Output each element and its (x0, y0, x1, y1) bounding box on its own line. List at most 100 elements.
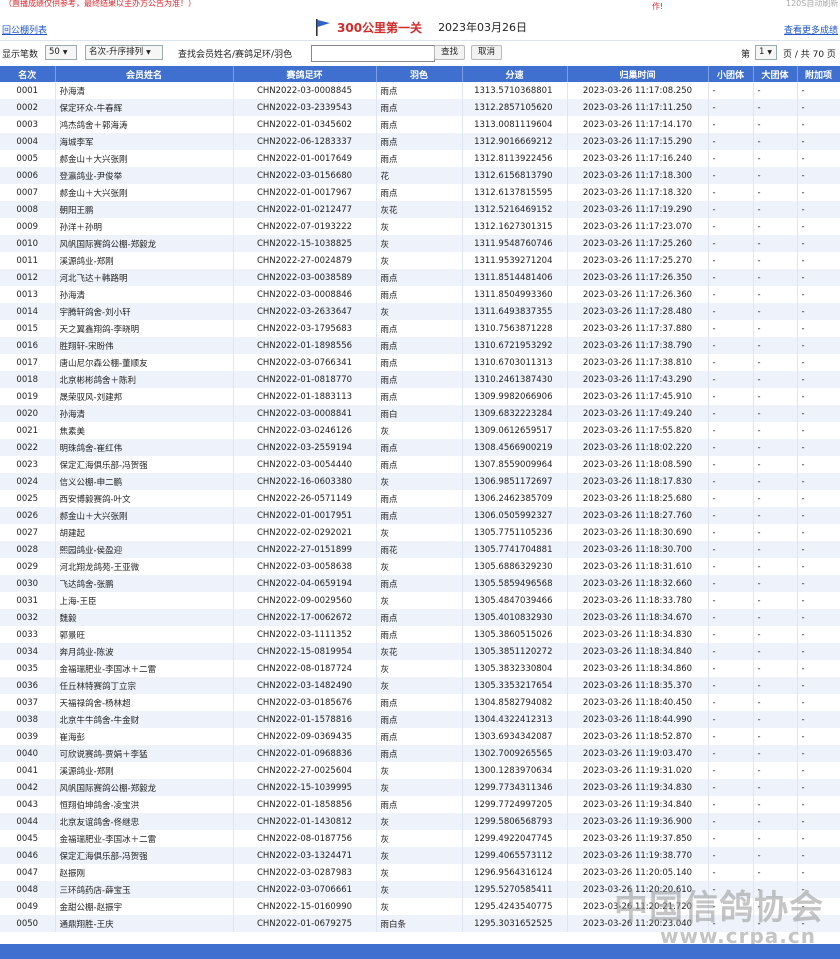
table-row[interactable]: 0034 奔月鸽业-陈波 CHN2022-15-0819954 灰花 1305.3851… (0, 643, 840, 660)
table-row[interactable]: 0020 孙海清 CHN2022-03-0008841 雨白 1309.68322232… (0, 405, 840, 422)
table-row[interactable]: 0023 保定汇海俱乐部-冯贺强 CHN2022-03-0054440 雨点 1307.… (0, 456, 840, 473)
page-size-select[interactable]: 50 ▼ (45, 45, 77, 60)
table-row[interactable]: 0030 飞达鸽舍-张鹏 CHN2022-04-0659194 雨点 1305.5859… (0, 575, 840, 592)
table-row[interactable]: 0021 焦素美 CHN2022-03-0246126 灰 1309.061265951… (0, 422, 840, 439)
table-row[interactable]: 0032 魏毅 CHN2022-17-0062672 雨点 1305.401083293… (0, 609, 840, 626)
cell-extra: - (797, 286, 840, 303)
cell-speed: 1309.6832223284 (462, 405, 568, 422)
table-row[interactable]: 0015 天之翼鑫翔鸽-李晓明 CHN2022-03-1795683 雨点 1310.7… (0, 320, 840, 337)
table-row[interactable]: 0026 郝金山＋大兴张刚 CHN2022-01-0017951 雨点 1306.050… (0, 507, 840, 524)
cell-rank: 0019 (0, 388, 56, 405)
col-ring-header[interactable]: 赛鸽足环 (233, 66, 377, 82)
cell-arrival: 2023-03-26 11:18:30.700 (567, 541, 709, 558)
cell-speed: 1310.2461387430 (462, 371, 568, 388)
col-small-team-header[interactable]: 小团体 (708, 66, 754, 82)
table-row[interactable]: 0004 海城李军 CHN2022-06-1283337 雨点 1312.9016669… (0, 133, 840, 150)
cell-small-team: - (708, 558, 754, 575)
search-button[interactable]: 查找 (434, 45, 466, 60)
table-row[interactable]: 0036 任丘林特赛鸽丁立宗 CHN2022-03-1482490 灰 1305.335… (0, 677, 840, 694)
table-row[interactable]: 0010 风帆国际赛鸽公棚-郑毅龙 CHN2022-15-1038825 灰 1311.… (0, 235, 840, 252)
search-input[interactable] (311, 45, 435, 62)
cell-big-team: - (753, 303, 798, 320)
page-select[interactable]: 1 ▼ (755, 45, 777, 60)
cell-ring: CHN2022-03-0008845 (233, 82, 377, 99)
table-row[interactable]: 0039 崔海彭 CHN2022-09-0369435 雨点 1303.69343420… (0, 728, 840, 745)
cell-color: 雨点 (376, 388, 463, 405)
col-color-header[interactable]: 羽色 (376, 66, 463, 82)
cell-ring: CHN2022-01-0968836 (233, 745, 377, 762)
table-row[interactable]: 0003 鸿杰鸽舍＋郭海涛 CHN2022-01-0345602 雨点 1313.008… (0, 116, 840, 133)
cell-small-team: - (708, 116, 754, 133)
table-row[interactable]: 0042 风帆国际赛鸽公棚-郑毅龙 CHN2022-15-1039995 灰 1299.… (0, 779, 840, 796)
cell-small-team: - (708, 252, 754, 269)
col-member-header[interactable]: 会员姓名 (55, 66, 234, 82)
table-row[interactable]: 0047 赵振刚 CHN2022-03-0287983 灰 1296.956431612… (0, 864, 840, 881)
cell-rank: 0002 (0, 99, 56, 116)
cell-arrival: 2023-03-26 11:17:25.270 (567, 252, 709, 269)
cell-big-team: - (753, 235, 798, 252)
table-row[interactable]: 0027 胡建起 CHN2022-02-0292021 灰 1305.775110523… (0, 524, 840, 541)
col-extra-header[interactable]: 附加项 (797, 66, 840, 82)
table-row[interactable]: 0024 信义公棚-申二鹏 CHN2022-16-0603380 灰 1306.9851… (0, 473, 840, 490)
table-row[interactable]: 0012 河北飞达＋韩路明 CHN2022-03-0038589 雨点 1311.851… (0, 269, 840, 286)
cell-ring: CHN2022-01-0017649 (233, 150, 377, 167)
table-row[interactable]: 0005 郝金山＋大兴张刚 CHN2022-01-0017649 雨点 1312.811… (0, 150, 840, 167)
cell-small-team: - (708, 745, 754, 762)
table-row[interactable]: 0037 天福禄鸽舍-杨林超 CHN2022-03-0185676 雨点 1304.85… (0, 694, 840, 711)
cell-color: 雨花 (376, 541, 463, 558)
cell-rank: 0013 (0, 286, 56, 303)
cell-member: 孙海清 (55, 405, 234, 422)
more-results-link[interactable]: 查看更多成绩 (784, 23, 838, 36)
table-row[interactable]: 0001 孙海清 CHN2022-03-0008845 雨点 1313.57103688… (0, 82, 840, 99)
cell-small-team: - (708, 82, 754, 99)
table-row[interactable]: 0006 登瀛鸽业-尹俊举 CHN2022-03-0156680 花 1312.6156… (0, 167, 840, 184)
cancel-button[interactable]: 取消 (471, 45, 503, 60)
table-row[interactable]: 0014 宇腾轩鸽舍-刘小轩 CHN2022-03-2633647 灰 1311.649… (0, 303, 840, 320)
cell-small-team: - (708, 762, 754, 779)
table-row[interactable]: 0040 可欣说赛鸽-贾娟＋李猛 CHN2022-01-0968836 雨点 1302.… (0, 745, 840, 762)
cell-speed: 1312.1627301315 (462, 218, 568, 235)
table-row[interactable]: 0022 明珠鸽舍-崔红伟 CHN2022-03-2559194 雨点 1308.456… (0, 439, 840, 456)
table-row[interactable]: 0002 保定环众-牛春辉 CHN2022-03-2339543 雨点 1312.285… (0, 99, 840, 116)
cell-speed: 1311.9539271204 (462, 252, 568, 269)
table-row[interactable]: 0029 河北翔龙鸽苑-王亚微 CHN2022-03-0058638 灰 1305.68… (0, 558, 840, 575)
table-row[interactable]: 0041 溪源鸽业-郑刚 CHN2022-27-0025604 灰 1300.12839… (0, 762, 840, 779)
table-row[interactable]: 0043 恒翔伯坤鸽舍-凌宝洪 CHN2022-01-1858856 雨点 1299.7… (0, 796, 840, 813)
table-row[interactable]: 0013 孙海清 CHN2022-03-0008846 雨点 1311.85049933… (0, 286, 840, 303)
table-row[interactable]: 0019 晟荣驭风-刘建邦 CHN2022-01-1883113 雨点 1309.998… (0, 388, 840, 405)
table-row[interactable]: 0044 北京友谊鸽舍-佟继忠 CHN2022-01-1430812 灰 1299.58… (0, 813, 840, 830)
table-row[interactable]: 0031 上海-王臣 CHN2022-09-0029560 灰 1305.4847039… (0, 592, 840, 609)
table-row[interactable]: 0028 熙园鸽业-侯盈迎 CHN2022-27-0151899 雨花 1305.774… (0, 541, 840, 558)
cell-ring: CHN2022-01-0017967 (233, 184, 377, 201)
table-row[interactable]: 0033 郭景旺 CHN2022-03-1111352 雨点 1305.38605150… (0, 626, 840, 643)
table-row[interactable]: 0011 溪源鸽业-郑刚 CHN2022-27-0024879 灰 1311.95392… (0, 252, 840, 269)
table-row[interactable]: 0017 唐山尼尔森公棚-董顺友 CHN2022-03-0766341 雨点 1310.… (0, 354, 840, 371)
table-row[interactable]: 0025 西安博毅赛鸽-叶文 CHN2022-26-0571149 雨点 1306.24… (0, 490, 840, 507)
cell-small-team: - (708, 150, 754, 167)
table-row[interactable]: 0018 北京彬彬鸽舍＋陈利 CHN2022-01-0818770 雨点 1310.24… (0, 371, 840, 388)
table-row[interactable]: 0009 孙洋＋孙明 CHN2022-07-0193222 灰 1312.1627301… (0, 218, 840, 235)
cell-speed: 1300.1283970634 (462, 762, 568, 779)
table-row[interactable]: 0045 金福瑞肥业-李国冰＋二雷 CHN2022-08-0187756 灰 1299.… (0, 830, 840, 847)
sort-select[interactable]: 名次-升序排列 ▼ (85, 45, 163, 60)
table-row[interactable]: 0007 郝金山＋大兴张刚 CHN2022-01-0017967 雨点 1312.613… (0, 184, 840, 201)
cell-color: 灰 (376, 881, 463, 898)
col-rank-header[interactable]: 名次 (0, 66, 56, 82)
table-row[interactable]: 0035 金福瑞肥业-李国冰＋二雷 CHN2022-08-0187724 灰 1305.… (0, 660, 840, 677)
cell-ring: CHN2022-01-0818770 (233, 371, 377, 388)
table-row[interactable]: 0016 胜翔轩-宋盼伟 CHN2022-01-1898556 雨点 1310.6721… (0, 337, 840, 354)
col-arrival-header[interactable]: 归巢时间 (567, 66, 709, 82)
cell-big-team: - (753, 82, 798, 99)
table-row[interactable]: 0046 保定汇海俱乐部-冯贺强 CHN2022-03-1324471 灰 1299.4… (0, 847, 840, 864)
col-speed-header[interactable]: 分速 (462, 66, 568, 82)
cell-extra: - (797, 303, 840, 320)
back-to-lofts-link[interactable]: 回公棚列表 (2, 23, 47, 36)
cell-arrival: 2023-03-26 11:18:25.680 (567, 490, 709, 507)
table-row[interactable]: 0038 北京牛牛鸽舍-牛金财 CHN2022-01-1578816 雨点 1304.4… (0, 711, 840, 728)
results-table: 名次 会员姓名 赛鸽足环 羽色 分速 归巢时间 小团体 大团体 附加项 0001… (0, 66, 840, 932)
col-big-team-header[interactable]: 大团体 (753, 66, 798, 82)
table-row[interactable]: 0008 朝阳王鹏 CHN2022-01-0212477 灰花 1312.5216469… (0, 201, 840, 218)
cell-color: 雨点 (376, 320, 463, 337)
cell-rank: 0015 (0, 320, 56, 337)
cell-small-team: - (708, 728, 754, 745)
